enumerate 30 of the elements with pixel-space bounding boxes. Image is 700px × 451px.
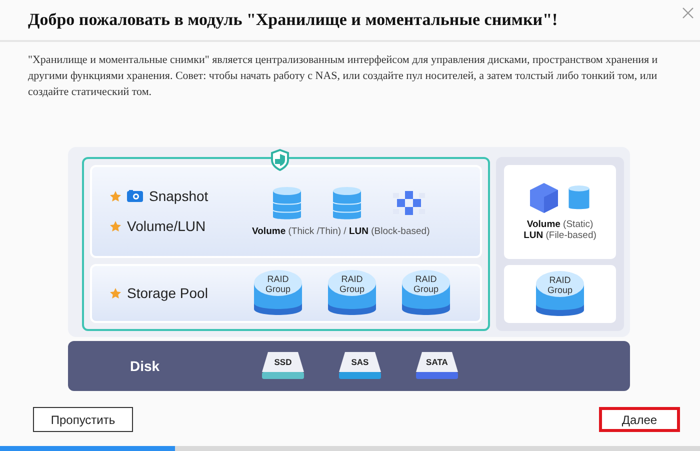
raid-disk-icon <box>252 269 304 318</box>
disk-label: Disk <box>130 358 161 374</box>
raid-group-label: RAID Group <box>338 274 366 294</box>
cube-icon <box>530 182 558 213</box>
raid-disk-icon <box>326 269 378 318</box>
drive-type-label: SSD <box>273 357 293 367</box>
layer-label: Volume/LUN <box>127 218 206 234</box>
dialog-title: Добро пожаловать в модуль "Хранилище и моментальные снимки"! <box>28 10 558 30</box>
volume-caption: Volume (Thick /Thin) / LUN (Block-based) <box>252 226 430 237</box>
description-text: "Хранилище и моментальные снимки" является централизованным интерфейсом для управления дисками, пространством хранения и другими функциями хранения. Совет: чтобы начать работу с NAS, или создайте пул носителей, а затем толстый либо тонкий том, или создайте статический том. <box>28 53 659 100</box>
static-caption: LUN (File-based) <box>524 230 596 241</box>
raid-group-label: RAID Group <box>412 274 440 294</box>
next-button[interactable]: Далее <box>599 407 680 432</box>
raid-group-label: RAID Group <box>546 274 574 295</box>
thin-volume-icon <box>332 186 362 222</box>
camera-icon <box>127 190 143 202</box>
close-icon[interactable] <box>682 7 694 19</box>
static-caption: Volume (Static) <box>526 218 594 230</box>
drive-type-label: SATA <box>425 357 449 367</box>
drive-type-label: SAS <box>350 357 370 367</box>
layer-label: Storage Pool <box>127 285 208 302</box>
thick-volume-icon <box>272 186 302 222</box>
raid-disk-icon <box>534 270 586 318</box>
raid-disk-icon <box>400 269 452 318</box>
star-icon <box>110 288 121 299</box>
skip-button[interactable]: Пропустить <box>33 407 133 432</box>
layer-label: Snapshot <box>149 188 208 204</box>
raid-group-label: RAID Group <box>264 274 292 294</box>
star-icon <box>110 190 121 202</box>
star-icon <box>110 220 121 232</box>
